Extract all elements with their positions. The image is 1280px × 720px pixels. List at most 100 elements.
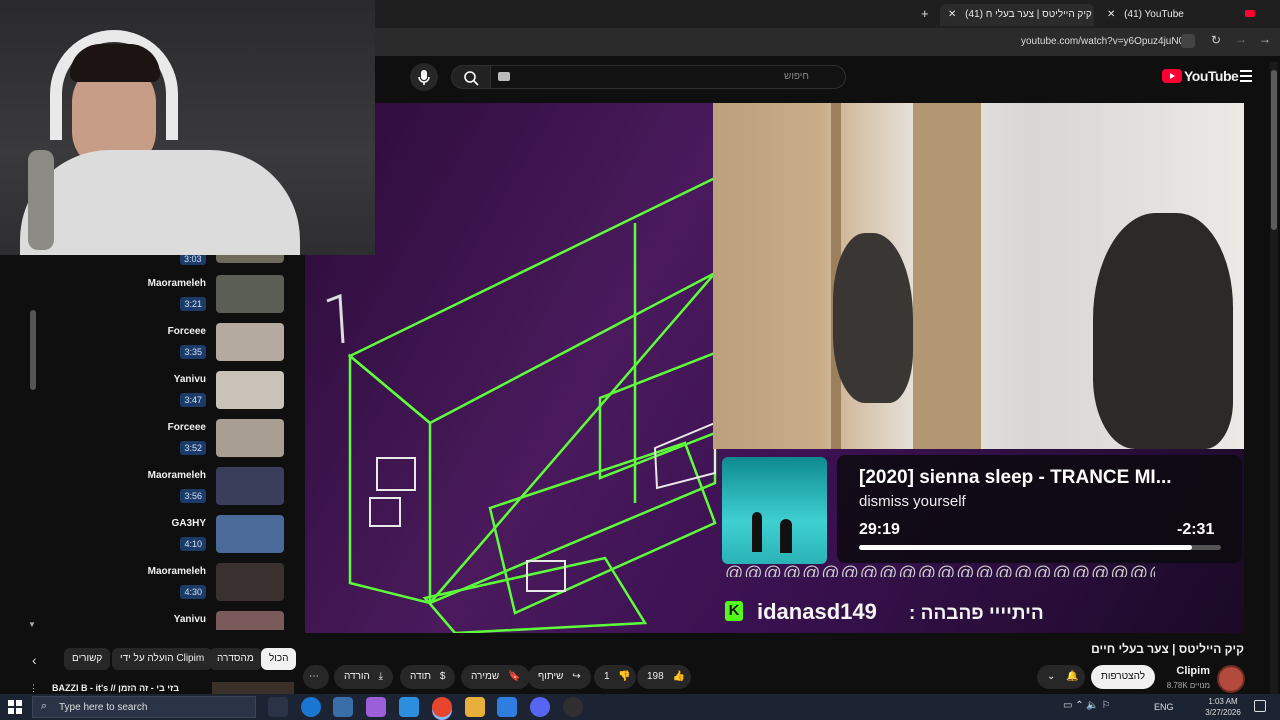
elapsed-time: 29:19 <box>859 521 900 538</box>
edge-icon[interactable] <box>301 697 321 717</box>
discord-icon[interactable] <box>530 697 550 717</box>
download-button[interactable]: הורדה ⤓ <box>334 665 394 689</box>
task-view-icon[interactable] <box>268 697 288 717</box>
clock[interactable]: 1:03 AM 3/27/2026 <box>1199 697 1247 717</box>
video-thumbnail[interactable] <box>216 275 284 313</box>
office-icon[interactable] <box>399 697 419 717</box>
video-thumbnail[interactable] <box>216 255 284 263</box>
scroll-down-icon[interactable]: ▼ <box>28 620 36 629</box>
song-progress-track <box>859 545 1221 550</box>
channel-name: Yanivu <box>173 374 206 385</box>
video-thumbnail[interactable] <box>216 419 284 457</box>
youtube-favicon-icon <box>1244 10 1255 17</box>
notifications-icon[interactable] <box>1254 700 1266 712</box>
chip-from-series[interactable]: מהסדרה <box>209 648 262 670</box>
like-button[interactable]: 198 👍 <box>637 665 691 689</box>
close-icon[interactable]: ✕ <box>1107 9 1115 20</box>
list-item[interactable]: Maorameleh 4:30 <box>26 563 294 607</box>
duration-badge: 3:21 <box>180 297 206 311</box>
search-input[interactable]: חיפוש <box>490 65 846 89</box>
thanks-icon: $ <box>439 671 446 682</box>
video-thumbnail[interactable] <box>212 682 294 694</box>
menu-icon[interactable] <box>1240 70 1252 82</box>
song-progress-fill <box>859 545 1193 550</box>
system-tray-icons[interactable]: ▭ ⌃ 🔈 ⚐ <box>1063 700 1111 711</box>
youtube-logo-text[interactable]: YouTube <box>1184 68 1239 84</box>
album-art <box>722 457 827 564</box>
chip-all[interactable]: הכול <box>261 648 297 670</box>
video-thumbnail[interactable] <box>216 467 284 505</box>
subscriber-count: 8.78K מנויים <box>1166 681 1210 690</box>
list-item[interactable]: GA3HY 4:10 <box>26 515 294 559</box>
file-explorer-icon[interactable] <box>465 697 485 717</box>
search-icon: ⌕ <box>41 700 48 712</box>
obs-icon[interactable] <box>563 697 583 717</box>
duration-badge: 4:30 <box>180 585 206 599</box>
share-button[interactable]: שיתוף ↪ <box>528 665 591 689</box>
copilot-icon[interactable] <box>366 697 386 717</box>
sidebar-scrollbar-thumb[interactable] <box>30 310 36 390</box>
new-tab-button[interactable]: + <box>921 6 929 21</box>
bell-icon: 🔔 <box>1066 671 1079 682</box>
download-label: הורדה <box>344 671 370 682</box>
subscribe-button[interactable]: להצטרפות <box>1091 665 1156 689</box>
list-item[interactable]: Forceee 3:35 <box>26 323 294 367</box>
next-video-title[interactable]: BAZZI B - it's // בזי בי - זה הזמן <box>52 683 179 693</box>
list-item[interactable]: Yanivu 3:47 <box>26 371 294 415</box>
language-indicator[interactable]: ENG <box>1154 702 1174 712</box>
scrollbar-thumb[interactable] <box>1271 70 1277 230</box>
reload-icon[interactable]: ↻ <box>1211 33 1221 47</box>
more-vert-icon[interactable]: ⋮ <box>29 683 38 694</box>
list-item[interactable]: Yanivu <box>26 611 294 630</box>
channel-name[interactable]: Clipim <box>1168 665 1210 677</box>
keyboard-icon[interactable] <box>498 72 510 81</box>
video-thumbnail[interactable] <box>216 515 284 553</box>
chrome-icon[interactable] <box>432 697 452 717</box>
list-item[interactable]: Forceee 3:52 <box>26 419 294 463</box>
hoodie <box>20 150 300 255</box>
tab-youtube-home[interactable]: ✕ (41) YouTube <box>1099 4 1255 26</box>
windows-start-icon[interactable] <box>8 700 22 714</box>
tab-current-video[interactable]: ✕ (41) קיק הייליטס | צער בעלי ח <box>940 4 1094 26</box>
dislike-button[interactable]: 1 👎 <box>594 665 636 689</box>
taskbar-search-input[interactable]: ⌕ Type here to search <box>32 696 256 718</box>
youtube-logo-icon[interactable] <box>1162 69 1182 83</box>
playlist-sidebar: 3:03 Maorameleh 3:21 Forceee 3:35 Yanivu 3:47… <box>26 255 294 630</box>
duration-badge: 3:03 <box>180 255 206 265</box>
list-item[interactable]: Maorameleh 3:21 <box>26 275 294 319</box>
chevron-down-icon: ⌄ <box>1047 671 1056 682</box>
list-item[interactable]: Maorameleh 3:56 <box>26 467 294 511</box>
video-player[interactable]: [2020] sienna sleep - TRANCE MI... dismi… <box>305 103 1244 633</box>
thanks-label: תודה <box>410 671 432 682</box>
video-thumbnail[interactable] <box>216 611 284 630</box>
video-thumbnail[interactable] <box>216 563 284 601</box>
channel-avatar[interactable] <box>1217 665 1245 693</box>
video-thumbnail[interactable] <box>216 323 284 361</box>
more-actions-button[interactable]: ⋯ <box>303 665 329 689</box>
song-title: [2020] sienna sleep - TRANCE MI... <box>859 467 1172 488</box>
chip-related[interactable]: קשורים <box>64 648 111 670</box>
download-icon: ⤓ <box>378 671 384 682</box>
thanks-button[interactable]: תודה $ <box>400 665 456 689</box>
url-text[interactable]: youtube.com/watch?v=y6Opuz4juN0 <box>1021 36 1184 47</box>
thumbs-up-icon: 👍 <box>672 671 685 682</box>
chevron-left-icon[interactable]: ‹ <box>32 652 37 668</box>
app-icon[interactable] <box>497 697 517 717</box>
taskbar-search-placeholder: Type here to search <box>59 702 148 713</box>
like-count: 198 <box>647 671 664 682</box>
site-settings-icon[interactable] <box>1181 34 1195 48</box>
video-thumbnail[interactable] <box>216 371 284 409</box>
close-icon[interactable]: ✕ <box>948 9 956 20</box>
notifications-button[interactable]: ⌄ 🔔 <box>1037 665 1085 689</box>
search-button[interactable] <box>451 65 491 89</box>
back-icon[interactable]: → <box>1259 32 1271 46</box>
store-icon[interactable] <box>333 697 353 717</box>
voice-search-button[interactable] <box>410 63 438 91</box>
tab-label: (41) YouTube <box>1124 9 1184 20</box>
chip-uploaded-by[interactable]: הועלה על ידי Clipim <box>112 648 213 670</box>
page-scrollbar[interactable] <box>1270 62 1278 694</box>
chat-username: idanasd149 <box>757 599 877 624</box>
save-button[interactable]: שמירה 🔖 <box>461 665 531 689</box>
video-title: קיק הייליטס | צער בעלי חיים <box>1091 642 1244 656</box>
forward-icon[interactable]: → <box>1235 32 1247 46</box>
